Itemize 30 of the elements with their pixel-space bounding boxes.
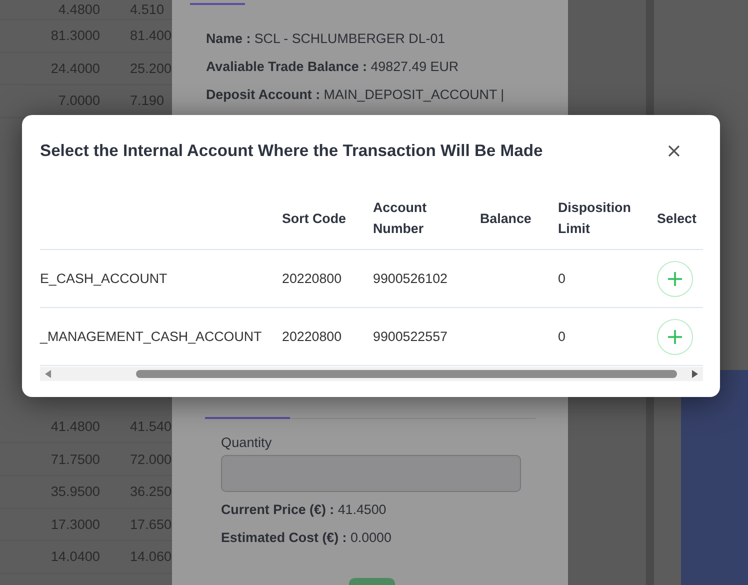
dialog-title: Select the Internal Account Where the Transaction Will Be Made [40,141,543,161]
summary-text: Estimated Cost (€) : 0.0000 [221,529,392,547]
table-cell: E_CASH_ACCOUNT [40,271,168,286]
scrollbar-thumb[interactable] [136,370,677,378]
plus-icon [667,270,683,286]
table-cell: 0 [558,329,566,344]
table-cell: 9900526102 [373,271,448,286]
column-header: Balance [480,210,532,226]
scroll-right-icon[interactable] [691,369,699,379]
column-header: Sort Code [282,210,346,226]
scroll-left-icon[interactable] [44,369,52,379]
column-header: Disposition Limit [558,199,632,238]
column-header: Select [657,210,696,226]
select-button[interactable] [657,260,693,296]
table-cell: 20220800 [282,271,342,286]
horizontal-scrollbar[interactable] [40,367,703,381]
table-cell: 20220800 [282,329,342,344]
column-header: Account Number [373,199,428,238]
summary-text: Current Price (€) : 41.4500 [221,501,388,519]
field-label: Quantity [221,435,272,451]
table-cell: _MANAGEMENT_CASH_ACCOUNT [40,329,262,344]
table-cell: 0 [558,271,566,286]
plus-icon [667,328,683,344]
detail-text: Deposit Account : MAIN_DEPOSIT_ACCOUNT | [206,86,506,104]
quantity-field[interactable] [221,455,521,492]
close-icon [667,144,681,158]
table-cell: 9900522557 [373,329,448,344]
detail-text: Name : SCL - SCHLUMBERGER DL-01 [206,30,446,48]
select-button[interactable] [657,318,693,354]
detail-text: Avaliable Trade Balance : 49827.49 EUR [206,58,460,76]
